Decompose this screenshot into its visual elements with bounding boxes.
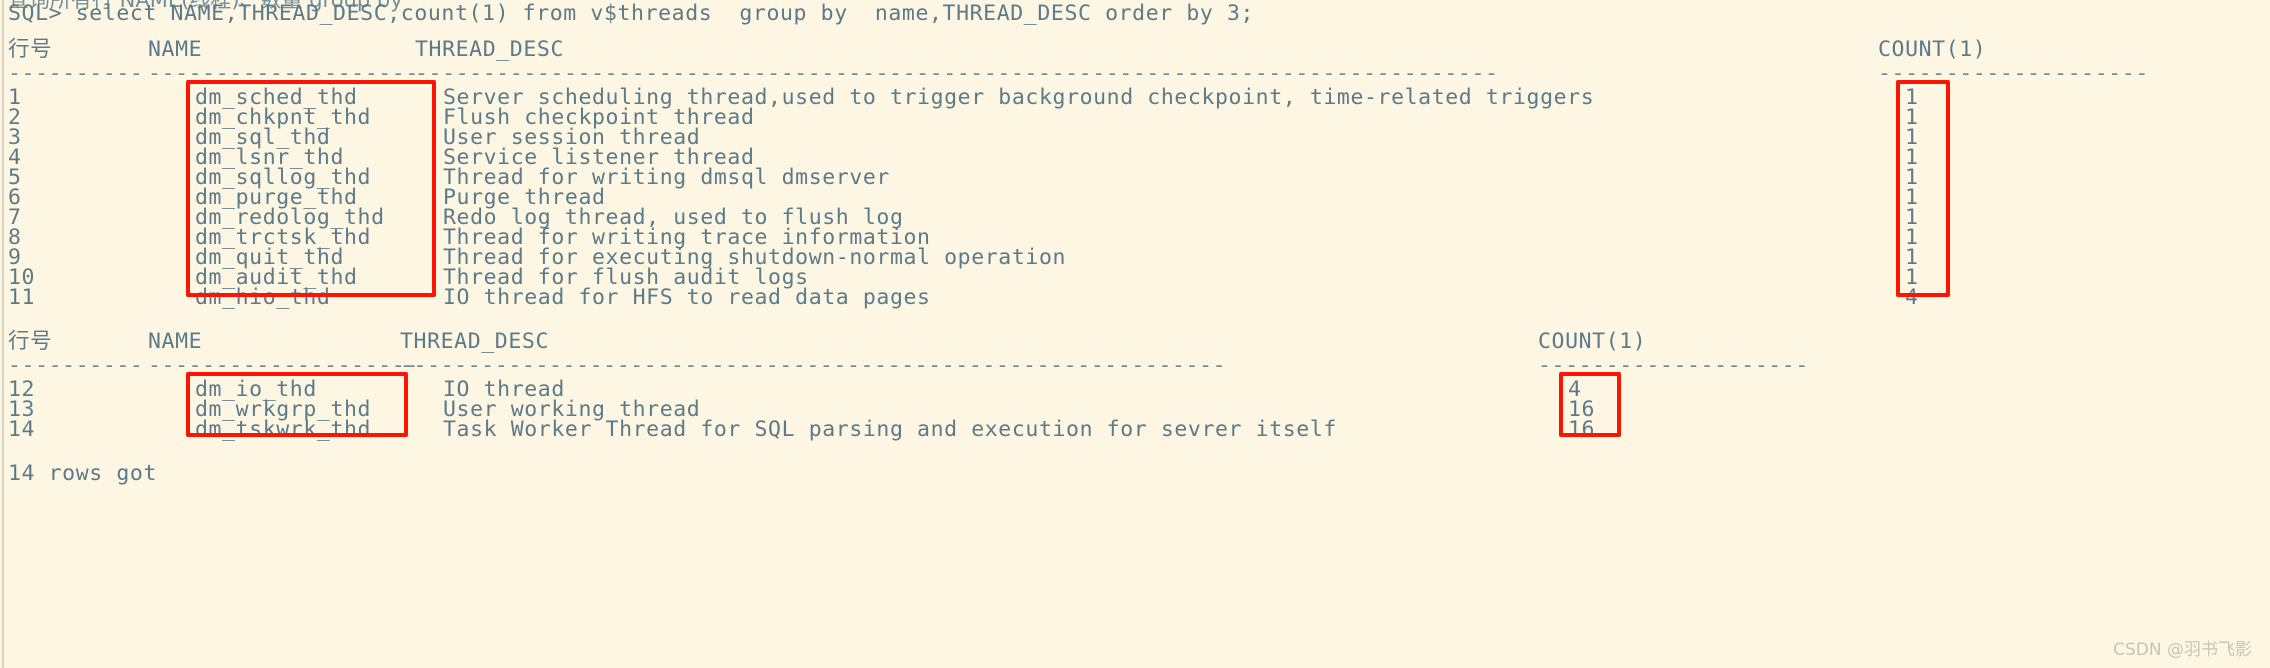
cell-name: dm_tskwrk_thd	[195, 417, 372, 442]
cell-desc: Task Worker Thread for SQL parsing and e…	[443, 417, 1337, 442]
terminal-window: 查询所有行 NAME(线程)、数量 group by SQL> select N…	[0, 0, 2270, 668]
cell-name: dm_hio_thd	[195, 285, 331, 310]
rows-got-footer: 14 rows got	[8, 461, 157, 486]
separator-name-2: --------------------	[148, 353, 419, 378]
window-left-border	[2, 0, 4, 668]
header-name-2: NAME	[148, 329, 203, 354]
cell-count: 4	[1905, 285, 1919, 310]
separator-desc-2: ----------------------------------------…	[400, 353, 1227, 378]
separator-rownum-2: ----------	[8, 353, 144, 378]
header-count-2: COUNT(1)	[1538, 329, 1647, 354]
sql-prompt-line[interactable]: SQL> select NAME,THREAD_DESC,count(1) fr…	[8, 2, 1254, 26]
header-count-1: COUNT(1)	[1878, 37, 1987, 62]
cell-count: 16	[1568, 417, 1596, 442]
header-desc-1: THREAD_DESC	[415, 37, 564, 62]
separator-count-2: --------------------	[1538, 353, 1809, 378]
separator-rownum-1: ----------	[8, 61, 144, 86]
csdn-watermark: CSDN @羽书飞影	[2113, 640, 2252, 660]
header-rownum-2: 行号	[8, 329, 53, 354]
separator-name-1: --------------------	[148, 61, 419, 86]
header-rownum-1: 行号	[8, 37, 53, 62]
separator-count-1: --------------------	[1878, 61, 2149, 86]
header-name-1: NAME	[148, 37, 203, 62]
table-row: 14	[8, 417, 36, 442]
header-desc-2: THREAD_DESC	[400, 329, 549, 354]
cell-desc: IO thread for HFS to read data pages	[443, 285, 931, 310]
table-row: 11	[8, 285, 36, 310]
separator-desc-1: ----------------------------------------…	[415, 61, 1499, 86]
